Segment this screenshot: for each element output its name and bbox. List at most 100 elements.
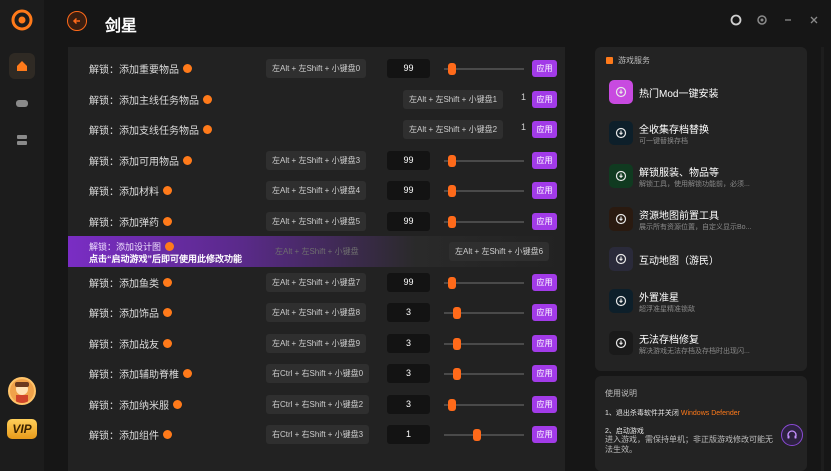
arrow-left-icon xyxy=(72,17,80,25)
apply-button[interactable]: 应用 xyxy=(532,335,557,352)
hotkey-button[interactable]: 左Alt + 左Shift + 小键盘5 xyxy=(266,212,367,231)
settings-icon[interactable] xyxy=(755,13,769,27)
value-input[interactable]: 99 xyxy=(387,59,430,78)
hotkey-button[interactable]: 右Ctrl + 右Shift + 小键盘0 xyxy=(266,364,370,383)
value-input[interactable]: 3 xyxy=(387,364,430,383)
nav-gamepad-icon[interactable] xyxy=(9,90,35,116)
info-icon[interactable] xyxy=(183,156,192,165)
slider-knob[interactable] xyxy=(473,429,481,441)
info-icon[interactable] xyxy=(163,308,172,317)
service-item[interactable]: 资源地图前置工具 展示所有资源位置，自定义显示Bo... xyxy=(609,203,799,237)
service-item[interactable]: 外置准星 超浮准星精准锁敌 xyxy=(609,285,799,319)
info-icon[interactable] xyxy=(163,339,172,348)
slider-knob[interactable] xyxy=(448,277,456,289)
service-item[interactable]: 互动地图（游民） xyxy=(609,243,799,277)
value-slider[interactable] xyxy=(444,63,524,75)
value-slider[interactable] xyxy=(444,307,524,319)
info-icon[interactable] xyxy=(163,278,172,287)
apply-button[interactable]: 应用 xyxy=(532,182,557,199)
apply-button[interactable]: 应用 xyxy=(532,426,557,443)
windows-defender-link[interactable]: Windows Defender xyxy=(681,410,740,417)
value-slider[interactable] xyxy=(444,429,524,441)
box-icon xyxy=(606,57,613,64)
slider-knob[interactable] xyxy=(448,185,456,197)
slider-knob[interactable] xyxy=(453,307,461,319)
hotkey-button[interactable]: 左Alt + 左Shift + 小键盘7 xyxy=(266,273,367,292)
apply-button[interactable]: 应用 xyxy=(532,365,557,382)
hotkey-button[interactable]: 左Alt + 左Shift + 小键盘8 xyxy=(266,303,367,322)
info-icon[interactable] xyxy=(163,217,172,226)
value-input[interactable]: 99 xyxy=(387,212,430,231)
hotkey-button[interactable]: 左Alt + 左Shift + 小键盘1 xyxy=(403,90,504,109)
value-input[interactable]: 3 xyxy=(387,303,430,322)
hotkey-button[interactable]: 右Ctrl + 右Shift + 小键盘2 xyxy=(266,395,370,414)
value-input[interactable]: 99 xyxy=(387,151,430,170)
value-slider[interactable] xyxy=(444,155,524,167)
apply-button[interactable]: 应用 xyxy=(532,152,557,169)
value-input[interactable]: 99 xyxy=(387,273,430,292)
slider-knob[interactable] xyxy=(453,368,461,380)
apply-button[interactable]: 应用 xyxy=(532,396,557,413)
nav-storage-icon[interactable] xyxy=(9,127,35,153)
apply-button[interactable]: 应用 xyxy=(532,274,557,291)
row-label: 解锁：添加材料 xyxy=(89,187,159,198)
info-icon[interactable] xyxy=(163,186,172,195)
close-icon[interactable] xyxy=(807,13,821,27)
service-icon xyxy=(609,164,633,188)
info-icon[interactable] xyxy=(183,369,192,378)
side-rail: VIP xyxy=(0,0,44,471)
hotkey-button[interactable]: 左Alt + 左Shift + 小键盘2 xyxy=(403,120,504,139)
info-icon[interactable] xyxy=(203,125,212,134)
info-icon[interactable] xyxy=(203,95,212,104)
minimize-icon[interactable] xyxy=(781,13,795,27)
apply-button[interactable]: 应用 xyxy=(532,213,557,230)
value-slider[interactable] xyxy=(444,368,524,380)
apply-button[interactable]: 应用 xyxy=(532,60,557,77)
hotkey-button[interactable]: 左Alt + 左Shift + 小键盘6 xyxy=(449,242,550,261)
usage-step1: 1、退出杀毒软件并关闭 xyxy=(605,410,679,417)
row-label: 解锁：添加支线任务物品 xyxy=(89,126,199,137)
slider-knob[interactable] xyxy=(448,155,456,167)
value-slider[interactable] xyxy=(444,277,524,289)
list-item: 解锁：添加支线任务物品 左Alt + 左Shift + 小键盘2 1 应用 xyxy=(68,114,565,145)
scrollbar[interactable] xyxy=(821,47,824,471)
slider-knob[interactable] xyxy=(453,338,461,350)
usage-panel: 使用说明 1、退出杀毒软件并关闭 Windows Defender 2、启动游戏… xyxy=(595,376,807,471)
hotkey-button[interactable]: 左Alt + 左Shift + 小键盘4 xyxy=(266,181,367,200)
info-icon[interactable] xyxy=(183,64,192,73)
info-icon[interactable] xyxy=(163,430,172,439)
value-input[interactable]: 1 xyxy=(387,425,430,444)
user-avatar[interactable] xyxy=(8,377,36,405)
value-input[interactable]: 3 xyxy=(387,334,430,353)
info-icon[interactable] xyxy=(165,242,175,251)
record-icon[interactable] xyxy=(729,13,743,27)
apply-button[interactable]: 应用 xyxy=(532,304,557,321)
slider-knob[interactable] xyxy=(448,216,456,228)
apply-button[interactable]: 应用 xyxy=(532,121,557,138)
service-item[interactable]: 解锁服装、物品等 解锁工具，使用解锁功能前，必须... xyxy=(609,160,799,194)
value-input[interactable]: 99 xyxy=(387,181,430,200)
slider-knob[interactable] xyxy=(448,399,456,411)
value-slider[interactable] xyxy=(444,399,524,411)
value-slider[interactable] xyxy=(444,216,524,228)
hotkey-button[interactable]: 右Ctrl + 右Shift + 小键盘3 xyxy=(266,425,370,444)
hotkey-button[interactable]: 左Alt + 左Shift + 小键盘9 xyxy=(266,334,367,353)
info-icon[interactable] xyxy=(173,400,182,409)
value-slider[interactable] xyxy=(444,185,524,197)
apply-button[interactable]: 应用 xyxy=(532,91,557,108)
service-subtitle: 解决游戏无法存档及存档时出现闪... xyxy=(639,348,750,355)
service-item[interactable]: 无法存档修复 解决游戏无法存档及存档时出现闪... xyxy=(609,327,799,361)
vip-badge[interactable]: VIP xyxy=(7,419,37,439)
support-headset-button[interactable] xyxy=(781,424,803,446)
back-button[interactable] xyxy=(67,11,87,31)
service-icon xyxy=(609,121,633,145)
hotkey-button[interactable]: 左Alt + 左Shift + 小键盘0 xyxy=(266,59,367,78)
service-item[interactable]: 全收集存档替换 可一键替换存档 xyxy=(609,117,799,151)
value-slider[interactable] xyxy=(444,338,524,350)
hotkey-button[interactable]: 左Alt + 左Shift + 小键盘3 xyxy=(266,151,367,170)
value-input[interactable]: 3 xyxy=(387,395,430,414)
nav-home-icon[interactable] xyxy=(9,53,35,79)
list-item: 解锁：添加饰品 左Alt + 左Shift + 小键盘8 3 应用 xyxy=(68,297,565,328)
slider-knob[interactable] xyxy=(448,63,456,75)
service-item[interactable]: 热门Mod一键安装 xyxy=(609,76,799,110)
